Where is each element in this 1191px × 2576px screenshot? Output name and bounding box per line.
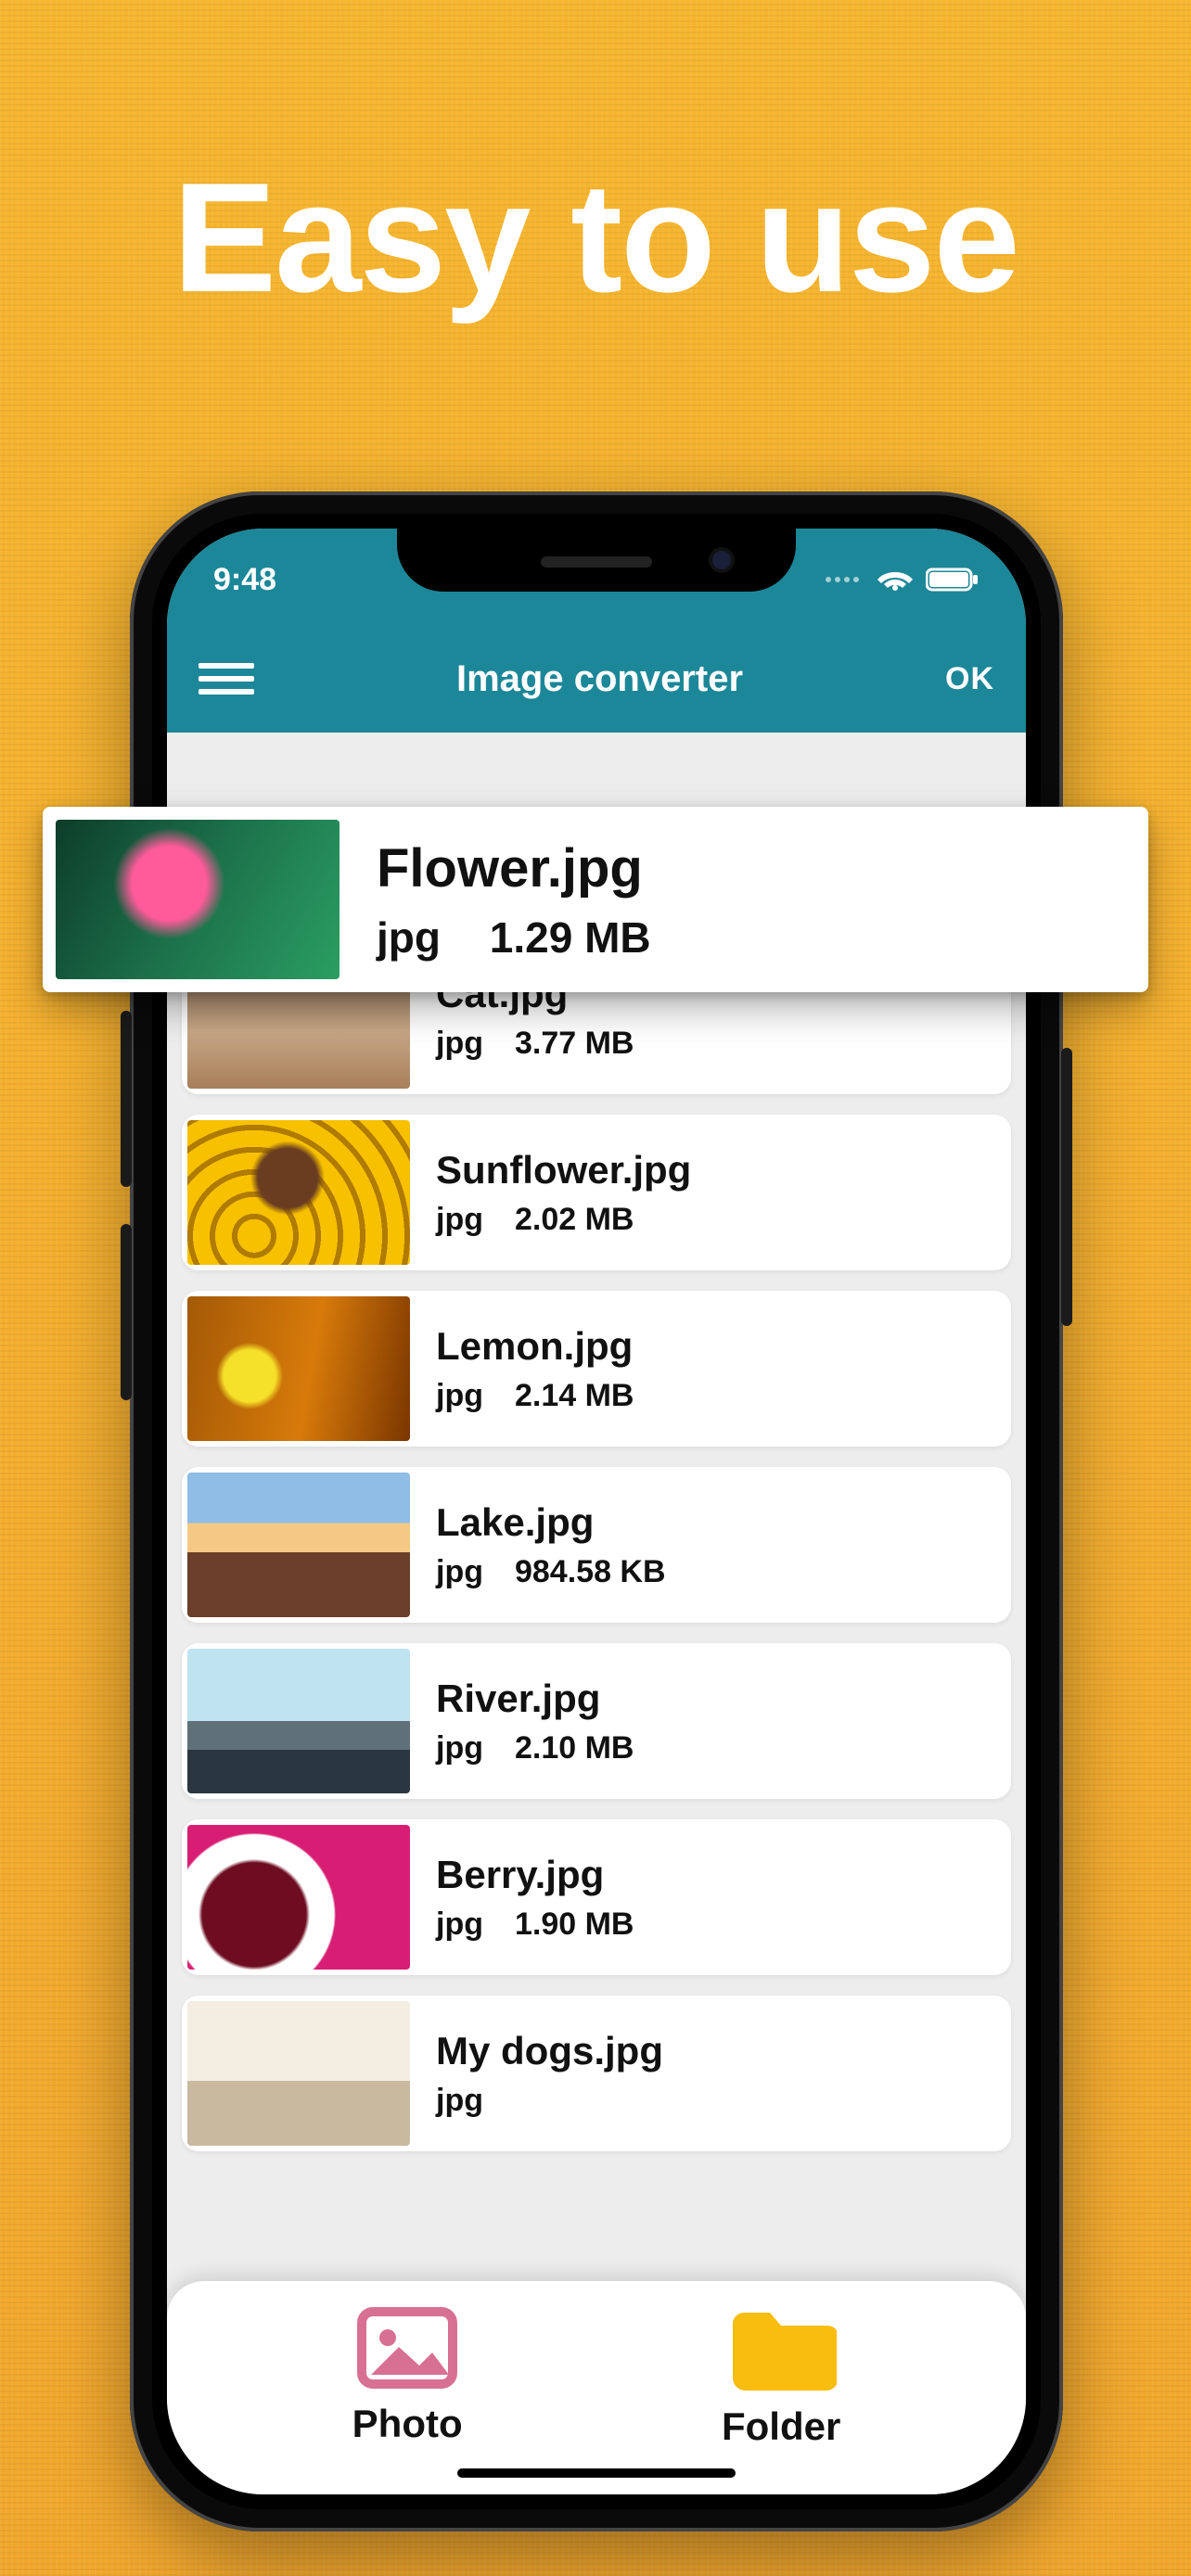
- file-name: Lake.jpg: [436, 1500, 666, 1545]
- file-size: 2.10 MB: [515, 1730, 634, 1766]
- file-name: River.jpg: [436, 1677, 634, 1721]
- file-row-featured[interactable]: Flower.jpg jpg 1.29 MB: [43, 807, 1148, 992]
- menu-button[interactable]: [198, 663, 254, 695]
- wifi-icon: [877, 567, 913, 593]
- folder-icon: [725, 2303, 837, 2397]
- file-size: 2.02 MB: [515, 1202, 634, 1237]
- file-ext: jpg: [436, 1730, 483, 1766]
- promo-headline: Easy to use: [0, 148, 1191, 327]
- device-notch: [397, 529, 796, 592]
- file-thumbnail: [187, 1120, 410, 1265]
- volume-up-button: [121, 1011, 132, 1187]
- file-ext: jpg: [436, 2083, 483, 2118]
- file-thumbnail: [187, 2001, 410, 2146]
- status-time: 9:48: [213, 562, 276, 598]
- volume-down-button: [121, 1224, 132, 1400]
- file-thumbnail: [187, 1825, 410, 1970]
- file-ext: jpg: [377, 913, 441, 962]
- file-thumbnail: [187, 1473, 410, 1617]
- tab-photo-label: Photo: [352, 2402, 463, 2446]
- file-size: 3.77 MB: [515, 1026, 634, 1061]
- app-title: Image converter: [456, 658, 743, 700]
- speaker-grille: [541, 556, 652, 567]
- file-row[interactable]: Sunflower.jpg jpg 2.02 MB: [182, 1115, 1011, 1270]
- file-row[interactable]: Lake.jpg jpg 984.58 KB: [182, 1467, 1011, 1623]
- phone-frame: 9:48 Image converte: [130, 491, 1063, 2531]
- power-button: [1061, 1048, 1072, 1326]
- tab-folder-label: Folder: [722, 2404, 840, 2449]
- file-ext: jpg: [436, 1202, 483, 1237]
- file-ext: jpg: [436, 1026, 483, 1061]
- file-size: 1.90 MB: [515, 1906, 634, 1942]
- file-name: Flower.jpg: [377, 837, 651, 899]
- file-row[interactable]: Berry.jpg jpg 1.90 MB: [182, 1819, 1011, 1975]
- file-ext: jpg: [436, 1378, 483, 1413]
- photo-icon: [356, 2306, 458, 2394]
- file-size: 984.58 KB: [515, 1554, 666, 1589]
- file-thumbnail: [187, 1296, 410, 1441]
- tab-photo[interactable]: Photo: [352, 2306, 463, 2446]
- cellular-dots-icon: [826, 577, 859, 582]
- file-size: 1.29 MB: [490, 913, 651, 962]
- file-name: Lemon.jpg: [436, 1324, 634, 1369]
- file-row[interactable]: River.jpg jpg 2.10 MB: [182, 1643, 1011, 1799]
- file-row[interactable]: My dogs.jpg jpg: [182, 1996, 1011, 2151]
- file-thumbnail: [56, 820, 339, 979]
- file-thumbnail: [187, 1649, 410, 1793]
- file-name: My dogs.jpg: [436, 2029, 663, 2073]
- file-ext: jpg: [436, 1906, 483, 1942]
- file-ext: jpg: [436, 1554, 483, 1589]
- tab-folder[interactable]: Folder: [722, 2303, 840, 2449]
- file-name: Berry.jpg: [436, 1853, 634, 1897]
- battery-icon: [926, 567, 980, 593]
- home-indicator[interactable]: [457, 2468, 736, 2478]
- ok-button[interactable]: OK: [945, 661, 994, 697]
- bottom-tab-bar: Photo Folder: [167, 2281, 1026, 2494]
- file-row[interactable]: Lemon.jpg jpg 2.14 MB: [182, 1291, 1011, 1447]
- file-name: Sunflower.jpg: [436, 1148, 691, 1192]
- front-camera: [712, 551, 731, 569]
- file-size: 2.14 MB: [515, 1378, 634, 1413]
